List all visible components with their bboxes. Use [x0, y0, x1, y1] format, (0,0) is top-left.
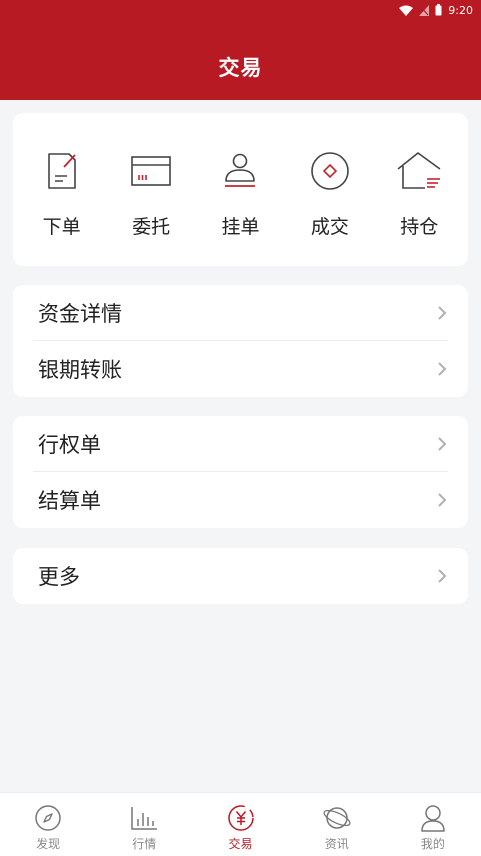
quick-action-label: 下单 — [42, 216, 81, 238]
tab-news[interactable]: 资讯 — [289, 793, 385, 856]
tab-market[interactable]: 行情 — [96, 793, 192, 856]
tab-discover[interactable]: 发现 — [0, 793, 96, 856]
wifi-icon — [399, 5, 414, 16]
compass-icon — [33, 803, 63, 833]
chevron-right-icon — [436, 492, 448, 508]
bottom-tab-bar: 发现 行情 交易 资讯 我的 — [0, 792, 481, 856]
tab-trade[interactable]: 交易 — [192, 793, 288, 856]
menu-item-bank-futures-transfer[interactable]: 银期转账 — [13, 341, 468, 397]
menu-item-label: 银期转账 — [38, 358, 122, 382]
quick-action-deal[interactable]: 成交 — [289, 113, 371, 266]
signal-icon — [419, 4, 430, 16]
menu-item-label: 行权单 — [38, 433, 101, 457]
tab-label: 资讯 — [324, 837, 349, 851]
planet-icon — [322, 803, 352, 833]
position-icon — [394, 149, 444, 193]
menu-group-orders: 行权单 结算单 — [13, 416, 468, 528]
menu-item-label: 更多 — [38, 565, 80, 589]
quick-action-label: 持仓 — [400, 216, 439, 238]
pending-order-icon — [215, 149, 265, 193]
menu-item-fund-details[interactable]: 资金详情 — [13, 285, 468, 341]
user-icon — [418, 803, 448, 833]
page-title: 交易 — [218, 56, 263, 80]
status-bar: 9:20 — [399, 2, 473, 18]
menu-group-funds: 资金详情 银期转账 — [13, 285, 468, 397]
quick-action-label: 成交 — [310, 216, 349, 238]
quick-action-label: 挂单 — [221, 216, 260, 238]
quick-actions-card: 下单 委托 挂单 成交 持仓 — [13, 113, 468, 266]
quick-action-position[interactable]: 持仓 — [378, 113, 460, 266]
menu-item-more[interactable]: 更多 — [13, 548, 468, 604]
quick-action-pending-order[interactable]: 挂单 — [199, 113, 281, 266]
tab-label: 交易 — [228, 837, 253, 851]
quick-action-entrust[interactable]: 委托 — [110, 113, 192, 266]
menu-item-label: 资金详情 — [38, 302, 122, 326]
status-time: 9:20 — [448, 3, 473, 17]
quick-action-label: 委托 — [132, 216, 171, 238]
quick-action-order[interactable]: 下单 — [21, 113, 103, 266]
yuan-icon — [226, 803, 256, 833]
tab-label: 行情 — [132, 837, 157, 851]
entrust-icon — [126, 149, 176, 193]
chevron-right-icon — [436, 361, 448, 377]
chevron-right-icon — [436, 305, 448, 321]
header-bar: 9:20 交易 — [0, 0, 481, 100]
menu-item-label: 结算单 — [38, 489, 101, 513]
tab-label: 发现 — [36, 837, 61, 851]
chevron-right-icon — [436, 436, 448, 452]
menu-item-settlement[interactable]: 结算单 — [13, 472, 468, 528]
battery-icon — [435, 4, 442, 16]
chart-icon — [129, 803, 159, 833]
menu-item-exercise-order[interactable]: 行权单 — [13, 416, 468, 472]
menu-group-more: 更多 — [13, 548, 468, 604]
tab-label: 我的 — [420, 837, 445, 851]
order-icon — [37, 149, 87, 193]
tab-profile[interactable]: 我的 — [385, 793, 481, 856]
chevron-right-icon — [436, 568, 448, 584]
deal-icon — [305, 149, 355, 193]
